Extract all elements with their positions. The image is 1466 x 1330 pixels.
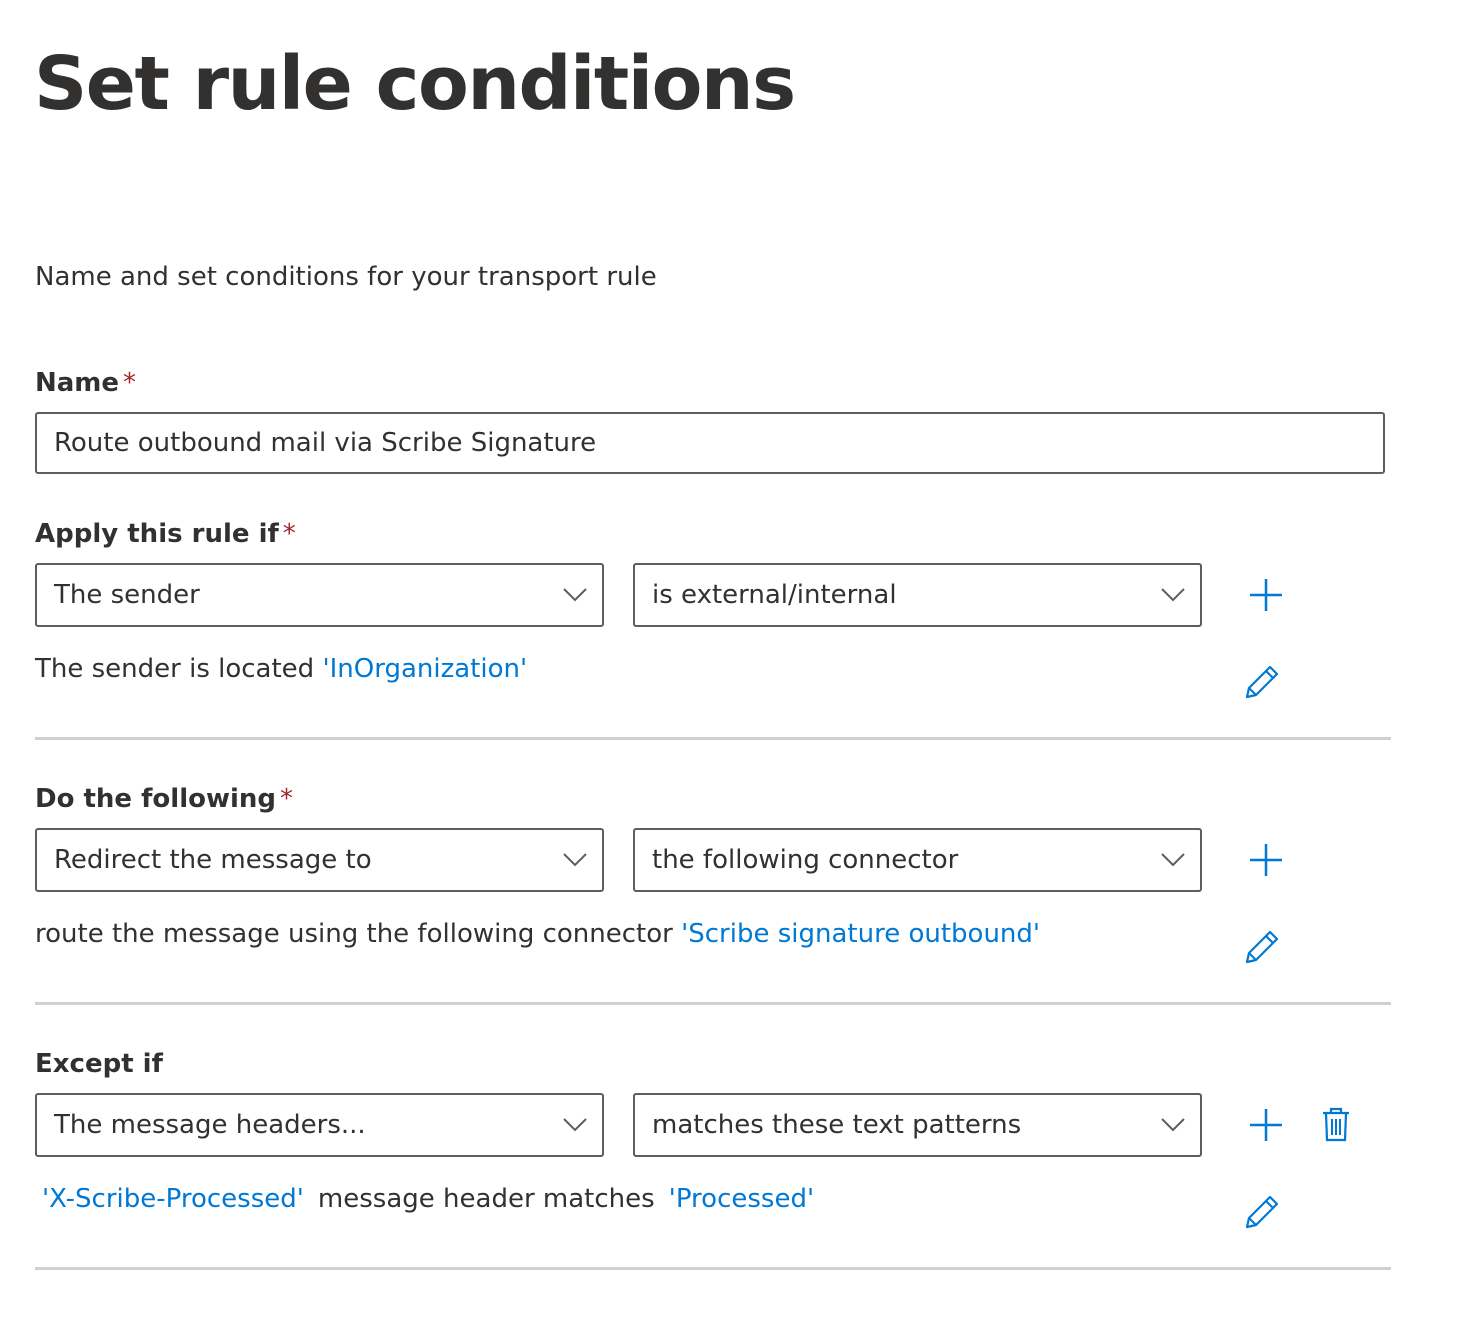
except-if-description: 'X-Scribe-Processed' message header match… [42,1184,814,1214]
page-subtitle: Name and set conditions for your transpo… [35,262,657,292]
chevron-down-icon [1161,588,1185,602]
name-input[interactable]: Route outbound mail via Scribe Signature [35,412,1385,474]
action-description-link[interactable]: 'Scribe signature outbound' [681,919,1040,949]
delete-exception-button[interactable] [1314,1103,1358,1147]
add-condition-button[interactable] [1244,573,1288,617]
apply-condition-dropdown[interactable]: The sender [35,563,604,627]
pencil-icon [1245,665,1279,699]
action-target-dropdown[interactable]: the following connector [633,828,1202,892]
action-target-value: the following connector [652,845,959,875]
section-divider [35,737,1391,740]
exception-header-link[interactable]: 'X-Scribe-Processed' [42,1184,304,1214]
plus-icon [1250,579,1282,611]
edit-action-button[interactable] [1240,925,1284,969]
apply-description-link[interactable]: 'InOrganization' [322,654,527,684]
chevron-down-icon [1161,853,1185,867]
apply-rule-label: Apply this rule if * [35,519,296,549]
chevron-down-icon [563,853,587,867]
required-marker: * [280,784,294,814]
required-marker: * [123,368,137,398]
action-description-text: route the message using the following co… [35,919,673,949]
required-marker: * [282,519,296,549]
trash-icon [1323,1107,1349,1142]
apply-condition-value: The sender [54,580,200,610]
apply-rule-description: The sender is located 'InOrganization' [35,654,527,684]
do-following-description: route the message using the following co… [35,919,1040,949]
do-following-label: Do the following * [35,784,293,814]
section-divider [35,1002,1391,1005]
edit-exception-button[interactable] [1240,1190,1284,1234]
exception-operator-value: matches these text patterns [652,1110,1022,1140]
action-value: Redirect the message to [54,845,372,875]
rule-conditions-page: Set rule conditions Name and set conditi… [0,0,1466,1330]
apply-description-text: The sender is located [35,654,315,684]
plus-icon [1250,844,1282,876]
do-following-label-text: Do the following [35,784,277,814]
action-dropdown[interactable]: Redirect the message to [35,828,604,892]
exception-description-text: message header matches [317,1184,655,1214]
name-label-text: Name [35,368,120,398]
pencil-icon [1245,930,1279,964]
add-exception-button[interactable] [1244,1103,1288,1147]
exception-condition-dropdown[interactable]: The message headers... [35,1093,604,1157]
chevron-down-icon [563,588,587,602]
page-title: Set rule conditions [34,41,796,127]
edit-condition-button[interactable] [1240,660,1284,704]
name-label: Name * [35,368,136,398]
apply-operator-dropdown[interactable]: is external/internal [633,563,1202,627]
chevron-down-icon [1161,1118,1185,1132]
exception-condition-value: The message headers... [54,1110,366,1140]
apply-operator-value: is external/internal [652,580,897,610]
apply-rule-label-text: Apply this rule if [35,519,279,549]
pencil-icon [1245,1195,1279,1229]
add-action-button[interactable] [1244,838,1288,882]
exception-value-link[interactable]: 'Processed' [669,1184,814,1214]
exception-operator-dropdown[interactable]: matches these text patterns [633,1093,1202,1157]
except-if-label: Except if [35,1049,163,1079]
plus-icon [1250,1109,1282,1141]
section-divider [35,1267,1391,1270]
chevron-down-icon [563,1118,587,1132]
